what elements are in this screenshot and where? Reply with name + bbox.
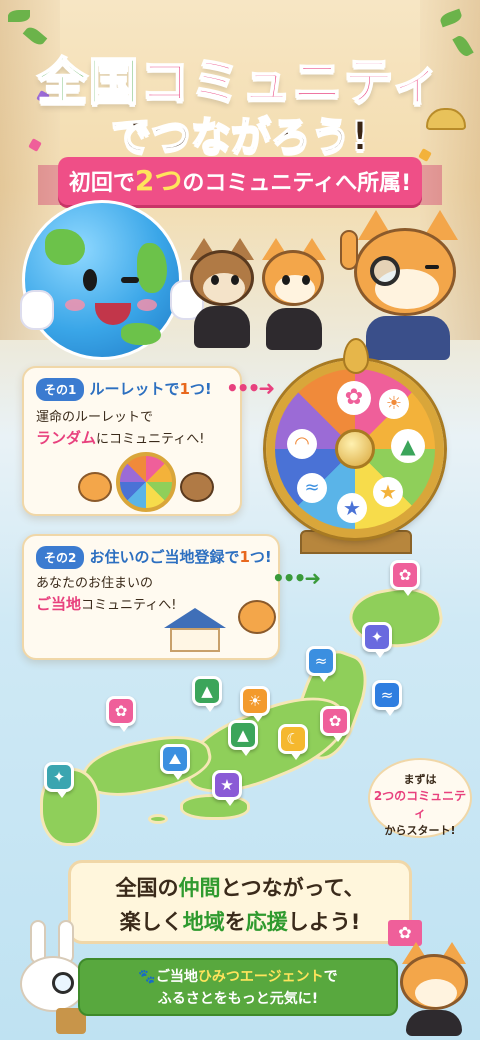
footer-line2: ふるさとをもっと元気に! (157, 991, 319, 1007)
wave-icon: ≈ (297, 473, 327, 503)
star-icon: ★ (337, 493, 367, 523)
map-pin-sakura[interactable]: ✿ (390, 560, 420, 596)
map-pin-wave[interactable]: ≈ (306, 646, 336, 682)
thumbs-up-icon (20, 290, 54, 330)
cat-character (258, 238, 328, 350)
bubble-line2: 2つのコミュニティ (373, 789, 467, 820)
step1-card: その1 ルーレットで1つ! 運命のルーレットで ランダムにコミュニティへ! (22, 366, 242, 516)
mini-tanuki-icon (180, 472, 214, 502)
mini-roulette-icon (116, 452, 176, 512)
roulette-wheel: ✿ ▲ ★ ★ ≈ ◠ ☀ (266, 360, 444, 538)
globe-mascot (22, 200, 182, 360)
paw-icon: 🐾 (138, 969, 156, 985)
first-time-ribbon: 初回で2つのコミュニティへ所属! (38, 157, 442, 205)
mini-cat-icon (78, 472, 112, 502)
sun-icon: ☀ (379, 389, 409, 419)
map-pin-moon[interactable]: ☾ (278, 724, 308, 760)
leaf-icon (8, 10, 30, 22)
step1-heading: ルーレットで1つ! (89, 380, 212, 398)
banner-line2: 楽しく地域を応援しよう! (119, 910, 361, 934)
footer-line1: 🐾ご当地ひみつエージェントで (138, 969, 338, 985)
map-pin-tree[interactable]: ▲ (228, 720, 258, 756)
title-part-community: コミュニティ (139, 52, 443, 112)
map-pin-sakura[interactable]: ✿ (106, 696, 136, 732)
detective-cat-character (340, 210, 470, 360)
monocle-icon (52, 972, 74, 994)
bubble-line3: からスタート! (384, 824, 456, 837)
map-pin-tree[interactable]: ▲ (192, 676, 222, 712)
arrow-to-roulette: •••➜ (226, 376, 275, 400)
star-icon: ★ (373, 477, 403, 507)
title-part-national: 全国 (37, 52, 140, 112)
roulette-hub (335, 429, 375, 469)
start-bubble: まずは 2つのコミュニティ からスタート! (368, 758, 472, 838)
map-pin-mountain[interactable]: ⛰ (160, 744, 190, 780)
tanuki-character (188, 238, 256, 348)
map-pin-star[interactable]: ✦ (362, 622, 392, 658)
map-pin-star[interactable]: ✦ (44, 762, 74, 798)
step1-tag: その1 (36, 378, 85, 401)
ribbon-highlight: 2つ (134, 164, 183, 197)
map-pin-sakura[interactable]: ✿ (320, 706, 350, 742)
ribbon-text-after: のコミュニティへ所属! (182, 171, 412, 196)
small-island (148, 814, 168, 824)
hokkaido (345, 580, 447, 656)
page-subtitle: でつながろう! (110, 113, 370, 161)
roulette-pointer (343, 338, 369, 374)
flag-cat-character: ✿ (388, 920, 474, 1036)
agent-footer-bar: 🐾ご当地ひみつエージェントで ふるさとをもっと元気に! (78, 958, 398, 1016)
pointing-hand (340, 230, 358, 270)
map-pin-wave[interactable]: ≈ (372, 680, 402, 716)
map-pin-star[interactable]: ★ (212, 770, 242, 806)
banner-line1: 全国の仲間とつながって、 (115, 876, 365, 900)
flower-icon: ✿ (337, 381, 371, 415)
monocle-icon (370, 256, 400, 286)
map-pin-sun[interactable]: ☀ (240, 686, 270, 722)
bubble-line1: まずは (403, 773, 437, 786)
bottom-banner: 全国の仲間とつながって、 楽しく地域を応援しよう! (68, 860, 412, 944)
ribbon-text: 初回で (68, 171, 135, 196)
step1-body: 運命のルーレットで ランダムにコミュニティへ! (36, 410, 205, 447)
rainbow-icon: ◠ (287, 429, 317, 459)
tree-icon: ▲ (391, 429, 425, 463)
